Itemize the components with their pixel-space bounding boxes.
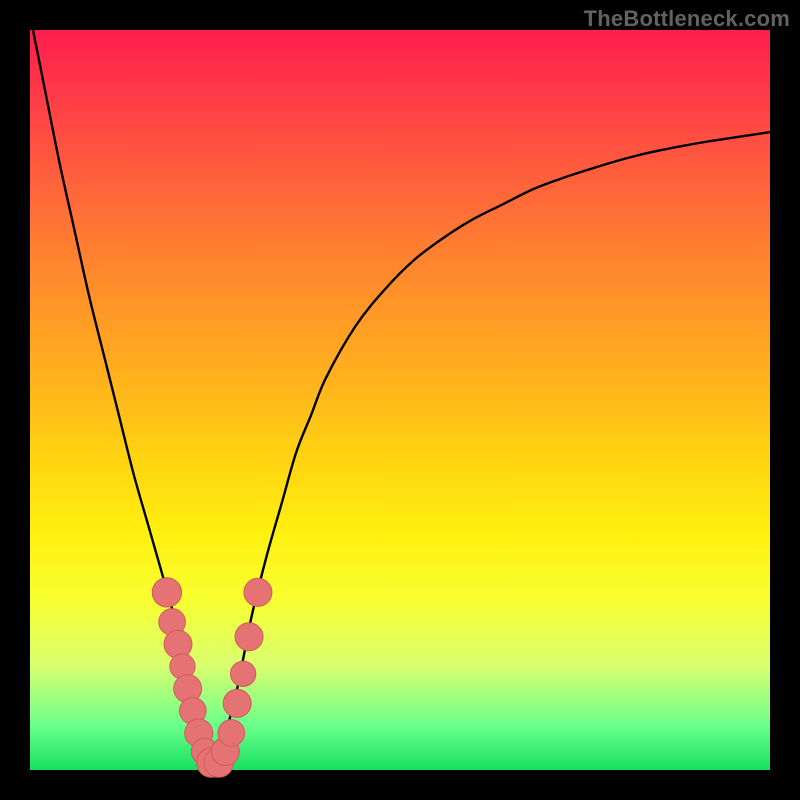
data-marker: [164, 630, 192, 658]
right-branch-curve: [215, 132, 770, 770]
data-marker: [223, 689, 251, 717]
plot-area: [30, 30, 770, 770]
curve-group: [30, 15, 770, 770]
chart-svg: [30, 30, 770, 770]
data-marker: [218, 720, 245, 747]
data-marker: [230, 661, 255, 686]
data-marker: [152, 578, 181, 607]
watermark-text: TheBottleneck.com: [584, 6, 790, 32]
chart-frame: TheBottleneck.com: [0, 0, 800, 800]
data-marker: [244, 578, 272, 606]
data-marker: [235, 623, 263, 651]
